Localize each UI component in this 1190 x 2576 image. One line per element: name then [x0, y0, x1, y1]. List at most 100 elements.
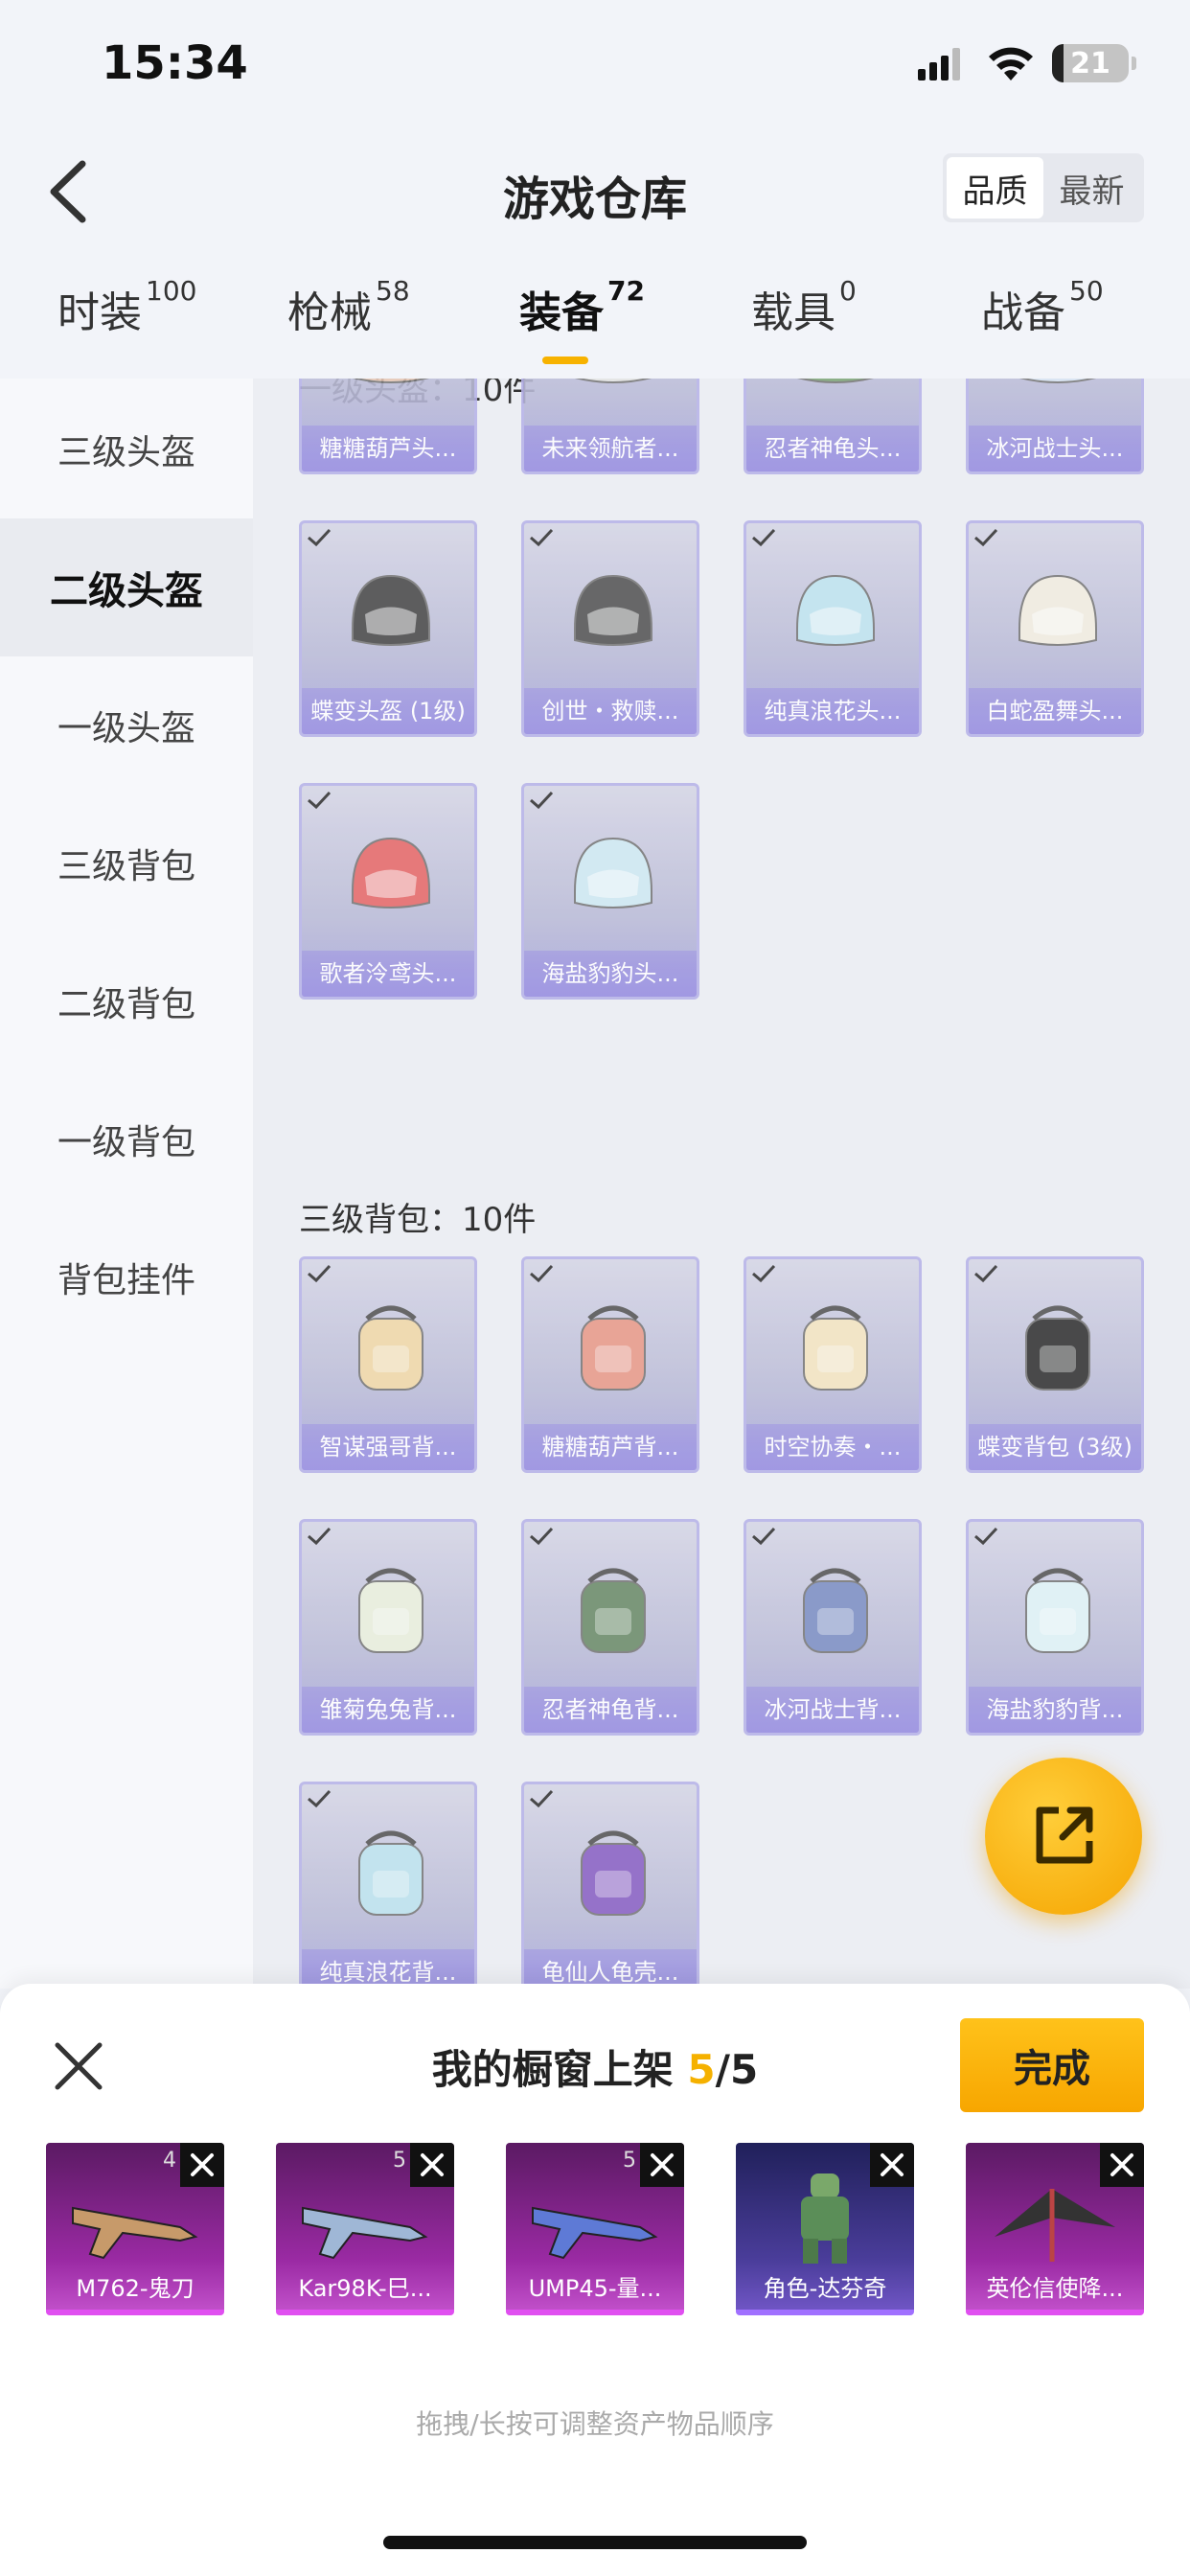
done-button[interactable]: 完成 [960, 2018, 1144, 2112]
backpack-image [358, 1568, 423, 1653]
tab-label: 载具 [751, 288, 835, 337]
cellular-signal-icon [918, 48, 960, 80]
helmet-card[interactable]: 蝶变头盔 (1级) [299, 520, 477, 737]
helmet-image [796, 379, 875, 383]
tab-label: 战备 [981, 288, 1065, 337]
showcase-item[interactable]: 5 Kar98K-巳... [276, 2143, 454, 2315]
helmet-card[interactable]: 冰河战士头... [966, 379, 1144, 474]
helmet-name: 忍者神龟头... [746, 426, 919, 472]
showcase-item[interactable]: 角色-达芬奇 [736, 2143, 914, 2315]
helmet-name: 创世・救赎... [524, 688, 697, 734]
sidebar: 三级头盔 二级头盔 一级头盔 三级背包 二级背包 一级背包 背包挂件 [0, 379, 253, 1989]
item-grid-panel[interactable]: 一级头盔：10件 糖糖葫芦头...未来领航者...忍者神龟头...冰河战士头..… [253, 379, 1190, 1989]
status-time: 15:34 [102, 36, 248, 90]
backpack-card[interactable]: 冰河战士背... [744, 1519, 922, 1736]
share-external-icon [1036, 1806, 1093, 1864]
remove-icon[interactable] [410, 2143, 454, 2187]
helmet-name: 纯真浪花头... [746, 688, 919, 734]
check-icon [530, 791, 554, 810]
wifi-icon [989, 47, 1033, 80]
check-icon [530, 1789, 554, 1808]
check-icon [308, 1264, 332, 1283]
backpack-card[interactable]: 龟仙人龟壳... [521, 1782, 699, 1989]
helmet-image [796, 574, 875, 646]
helmet-image [352, 574, 430, 646]
check-icon [974, 528, 998, 547]
sort-newest-button[interactable]: 最新 [1043, 157, 1140, 218]
sidebar-item-level3-backpack[interactable]: 三级背包 [0, 794, 253, 932]
backpack-card[interactable]: 纯真浪花背... [299, 1782, 477, 1989]
tab-equipment[interactable]: 装备 72 [519, 275, 645, 339]
helmet-card[interactable]: 忍者神龟头... [744, 379, 922, 474]
category-tabs: 时装 100 枪械 58 装备 72 载具 0 战备 50 [0, 275, 1190, 374]
backpack-image [803, 1568, 868, 1653]
backpack-card[interactable]: 智谋强哥背... [299, 1256, 477, 1473]
helmet-name: 糖糖葫芦头... [302, 426, 474, 472]
showcase-item[interactable]: 英伦信使降... [966, 2143, 1144, 2315]
active-tab-indicator [542, 356, 588, 364]
helmet-image [352, 837, 430, 908]
tab-count: 72 [607, 275, 645, 308]
showcase-total: /5 [715, 2046, 759, 2093]
showcase-item-name: M762-鬼刀 [76, 2275, 195, 2302]
helmet-image [574, 574, 652, 646]
backpack-image [803, 1305, 868, 1391]
check-icon [308, 1527, 332, 1546]
helmet-name: 白蛇盈舞头... [969, 688, 1141, 734]
remove-icon[interactable] [180, 2143, 224, 2187]
helmet-card[interactable]: 创世・救赎... [521, 520, 699, 737]
check-icon [974, 1264, 998, 1283]
share-button[interactable] [985, 1758, 1142, 1915]
showcase-item[interactable]: 5 UMP45-量... [506, 2143, 684, 2315]
reorder-hint: 拖拽/长按可调整资产物品顺序 [416, 2408, 774, 2440]
remove-icon[interactable] [640, 2143, 684, 2187]
check-icon [308, 1789, 332, 1808]
backpack-card[interactable]: 忍者神龟背... [521, 1519, 699, 1736]
backpack-card[interactable]: 糖糖葫芦背... [521, 1256, 699, 1473]
helmet-image [1018, 379, 1097, 383]
backpack-name: 海盐豹豹背... [969, 1687, 1141, 1733]
remove-icon[interactable] [1100, 2143, 1144, 2187]
backpack-card[interactable]: 蝶变背包 (3级) [966, 1256, 1144, 1473]
sort-quality-button[interactable]: 品质 [947, 157, 1043, 218]
check-icon [530, 1527, 554, 1546]
helmet-image [352, 379, 430, 383]
check-icon [752, 1264, 776, 1283]
helmet-card[interactable]: 纯真浪花头... [744, 520, 922, 737]
tab-vehicles[interactable]: 载具 0 [751, 275, 857, 339]
helmet-name: 蝶变头盔 (1级) [302, 688, 474, 734]
sidebar-item-level2-backpack[interactable]: 二级背包 [0, 932, 253, 1070]
section-title-backpacks: 三级背包：10件 [299, 1201, 537, 1239]
showcase-item[interactable]: 4 M762-鬼刀 [46, 2143, 224, 2315]
sidebar-item-level1-helmet[interactable]: 一级头盔 [0, 656, 253, 794]
tab-fashion[interactable]: 时装 100 [57, 275, 196, 339]
tab-label: 装备 [519, 288, 604, 337]
sidebar-item-level1-backpack[interactable]: 一级背包 [0, 1070, 253, 1208]
helmet-card[interactable]: 歌者泠鸢头... [299, 783, 477, 1000]
home-indicator[interactable] [383, 2536, 807, 2549]
backpack-name: 龟仙人龟壳... [524, 1949, 697, 1989]
helmet-card[interactable]: 糖糖葫芦头... [299, 379, 477, 474]
check-icon [752, 528, 776, 547]
showcase-sheet: 我的橱窗上架 5/5 完成 4 M762-鬼刀 5 Kar98K-巳... 5 UMP45… [0, 1984, 1190, 2576]
check-icon [530, 528, 554, 547]
backpack-card[interactable]: 时空协奏・... [744, 1256, 922, 1473]
sidebar-item-level2-helmet[interactable]: 二级头盔 [0, 518, 253, 656]
sidebar-item-backpack-charm[interactable]: 背包挂件 [0, 1208, 253, 1346]
helmet-image [1018, 574, 1097, 646]
helmet-name: 海盐豹豹头... [524, 951, 697, 997]
backpack-image [358, 1830, 423, 1916]
remove-icon[interactable] [870, 2143, 914, 2187]
helmet-card[interactable]: 海盐豹豹头... [521, 783, 699, 1000]
sidebar-item-level3-helmet[interactable]: 三级头盔 [0, 380, 253, 518]
tab-firearms[interactable]: 枪械 58 [287, 275, 410, 339]
backpack-card[interactable]: 雏菊兔兔背... [299, 1519, 477, 1736]
helmet-card[interactable]: 未来领航者... [521, 379, 699, 474]
backpack-image [1025, 1305, 1090, 1391]
backpack-card[interactable]: 海盐豹豹背... [966, 1519, 1144, 1736]
backpack-name: 雏菊兔兔背... [302, 1687, 474, 1733]
showcase-item-name: Kar98K-巳... [298, 2275, 432, 2302]
backpack-name: 忍者神龟背... [524, 1687, 697, 1733]
tab-supplies[interactable]: 战备 50 [981, 275, 1104, 339]
helmet-card[interactable]: 白蛇盈舞头... [966, 520, 1144, 737]
